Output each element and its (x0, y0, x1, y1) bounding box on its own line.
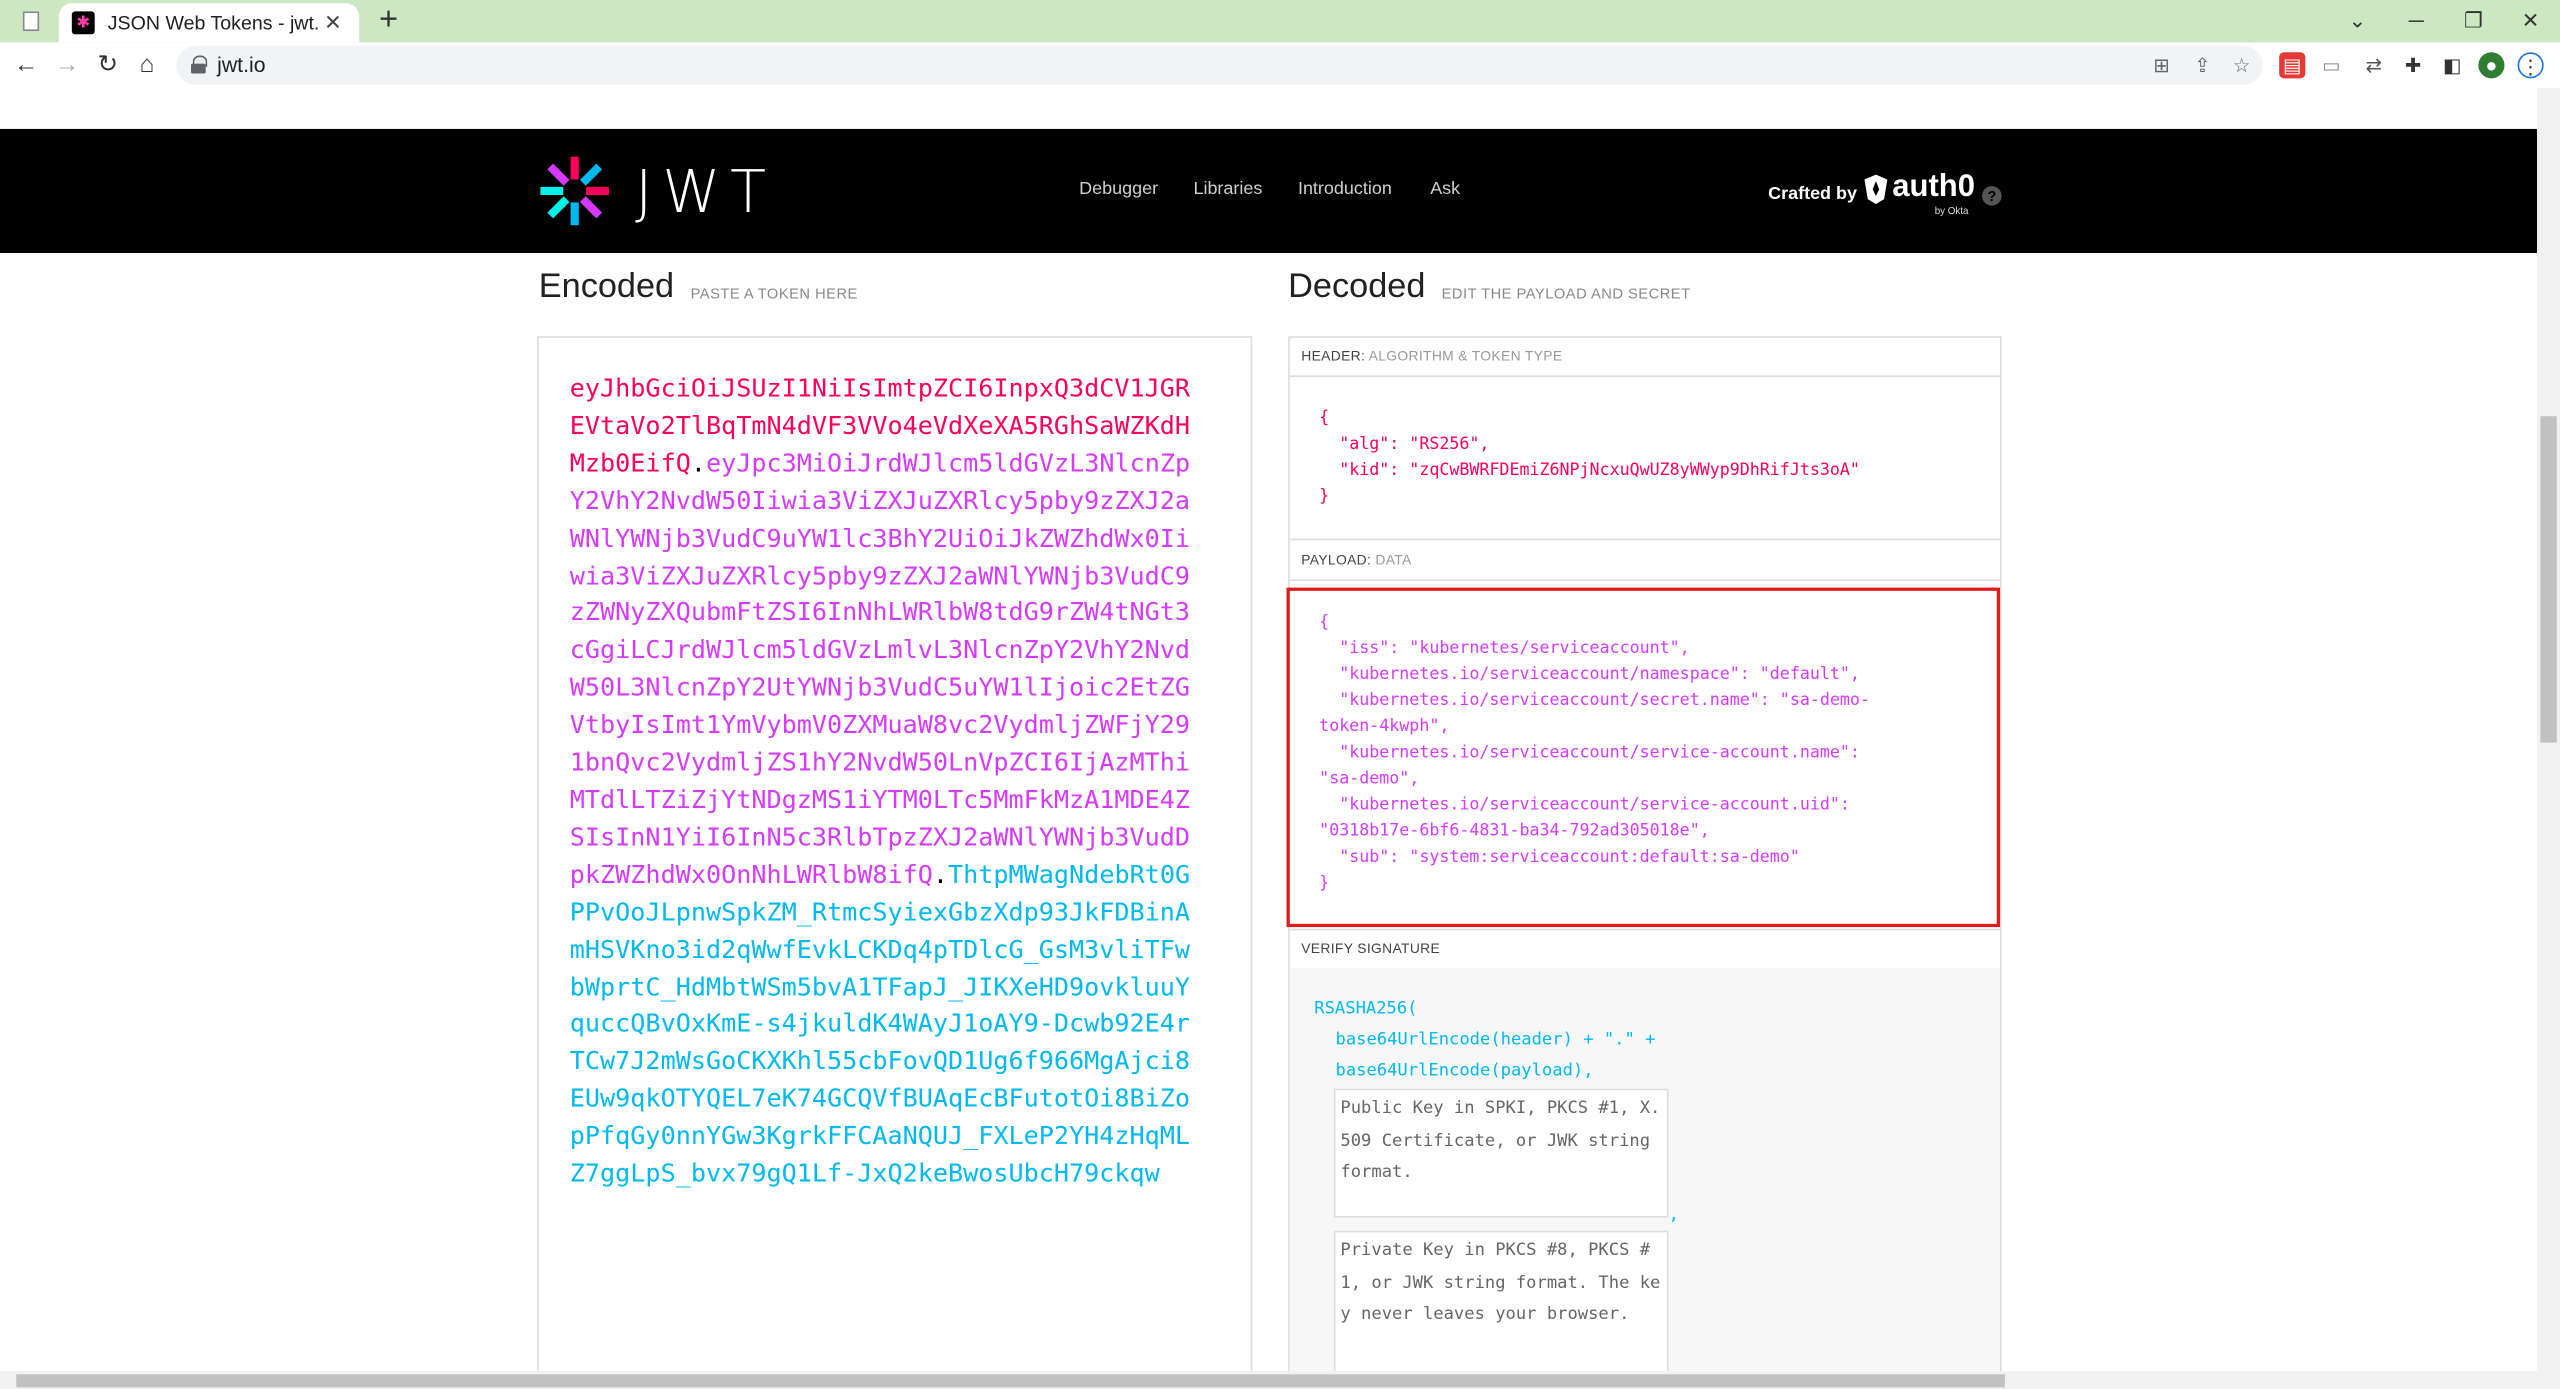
translate-icon[interactable]: ⊞ (2149, 52, 2175, 78)
sig-header-expr: base64UrlEncode(header) + "." + (1335, 1029, 1656, 1050)
vertical-scroll-thumb[interactable] (2540, 416, 2557, 743)
new-tab-button[interactable]: + (372, 3, 405, 38)
side-panel-icon[interactable]: ◧ (2439, 52, 2465, 78)
auth0-shield-icon[interactable] (1861, 173, 1890, 206)
tab-search-icon[interactable]: ⌄ (2341, 5, 2374, 38)
token-payload-part: eyJpc3MiOiJrdWJlcm5ldGVzL3NlcnZpY2VhY2Nv… (569, 448, 1191, 890)
back-icon[interactable]: ← (10, 49, 43, 82)
profile-avatar-icon[interactable]: ● (2478, 52, 2505, 79)
private-key-input[interactable]: Private Key in PKCS #8, PKCS #1, or JWK … (1333, 1230, 1669, 1378)
lock-icon[interactable] (191, 55, 208, 74)
payload-label: PAYLOAD: (1301, 551, 1372, 569)
url-text[interactable]: jwt.io (217, 52, 265, 76)
nav-libraries[interactable]: Libraries (1193, 180, 1262, 200)
extension-network-icon[interactable]: ⇄ (2361, 52, 2387, 78)
encoded-token[interactable]: eyJhbGciOiJSUzI1NiIsImtpZCI6InpxQ3dCV1JG… (570, 371, 1190, 1194)
by-okta-label: by Okta (1934, 207, 1969, 218)
menu-kebab-icon[interactable]: ⋮ (2517, 52, 2544, 79)
divider (1289, 375, 2000, 378)
horizontal-scroll-thumb[interactable] (16, 1374, 2005, 1388)
active-tab[interactable]: ✱ JSON Web Tokens - jwt.io ✕ (58, 3, 360, 43)
share-icon[interactable]: ⇪ (2189, 52, 2215, 78)
decoded-title: Decoded (1288, 267, 1426, 306)
address-bar[interactable]: jwt.io ⊞ ⇪ ☆ (176, 45, 2263, 85)
jwt-favicon-icon: ✱ (71, 11, 95, 35)
public-key-input[interactable]: Public Key in SPKI, PKCS #1, X.509 Certi… (1333, 1088, 1669, 1218)
extensions-puzzle-icon[interactable]: ✚ (2400, 52, 2426, 78)
forward-icon[interactable]: → (51, 49, 84, 82)
close-window-button[interactable]: ✕ (2514, 5, 2547, 38)
nav-debugger[interactable]: Debugger (1079, 180, 1158, 200)
extension-gray-icon[interactable]: ▭ (2318, 52, 2344, 78)
minimize-button[interactable]: ─ (2400, 5, 2433, 38)
sig-function: RSASHA256( (1314, 998, 1418, 1019)
tab-title: JSON Web Tokens - jwt.io (107, 11, 320, 35)
jwt-logo-text[interactable]: JWT (635, 160, 776, 227)
header-section-label: HEADER: ALGORITHM & TOKEN TYPE (1301, 348, 1562, 364)
token-signature-part: ThtpMWagNdebRt0GPPvOoJLpnwSpkZM_RtmcSyie… (569, 859, 1191, 1189)
divider (1289, 538, 2000, 541)
nav-ask[interactable]: Ask (1430, 180, 1460, 200)
home-icon[interactable]: ⌂ (131, 49, 164, 82)
jwt-logo-icon[interactable] (537, 153, 612, 228)
payload-section-label: PAYLOAD: DATA (1301, 552, 1411, 568)
divider (1289, 928, 2000, 931)
payload-highlight-box (1286, 587, 2000, 928)
divider (1289, 579, 2000, 582)
crafted-by-label: Crafted by (1768, 184, 1857, 205)
close-tab-icon[interactable]: ✕ (320, 10, 346, 36)
nav-introduction[interactable]: Introduction (1298, 180, 1392, 200)
encoded-subtitle: PASTE A TOKEN HERE (690, 285, 858, 302)
pinned-tab[interactable] (13, 5, 49, 38)
header-json-editor[interactable]: { "alg": "RS256", "kid": "zqCwBWRFDEmiZ6… (1319, 406, 1860, 510)
extension-red-icon[interactable]: ▤ (2279, 52, 2306, 79)
payload-label-sub: DATA (1375, 551, 1412, 569)
token-dot: . (690, 448, 706, 478)
encoded-title: Encoded (538, 267, 675, 306)
decoded-subtitle: EDIT THE PAYLOAD AND SECRET (1441, 285, 1691, 302)
help-icon[interactable]: ? (1982, 186, 2002, 206)
bookmark-star-icon[interactable]: ☆ (2229, 52, 2255, 78)
header-label-sub: ALGORITHM & TOKEN TYPE (1368, 347, 1563, 364)
reload-icon[interactable]: ↻ (91, 49, 124, 82)
page-icon (22, 11, 40, 32)
restore-button[interactable]: ❐ (2457, 5, 2490, 38)
header-label: HEADER: (1301, 347, 1366, 364)
sig-comma: , (1668, 1204, 1679, 1225)
sig-payload-expr: base64UrlEncode(payload), (1335, 1060, 1594, 1081)
token-dot: . (932, 859, 949, 890)
auth0-brand[interactable]: auth0 (1892, 170, 1975, 206)
site-header (0, 128, 2538, 253)
browser-toolbar: ← → ↻ ⌂ jwt.io ⊞ ⇪ ☆ (0, 42, 2560, 89)
verify-signature-label: VERIFY SIGNATURE (1301, 940, 1441, 957)
